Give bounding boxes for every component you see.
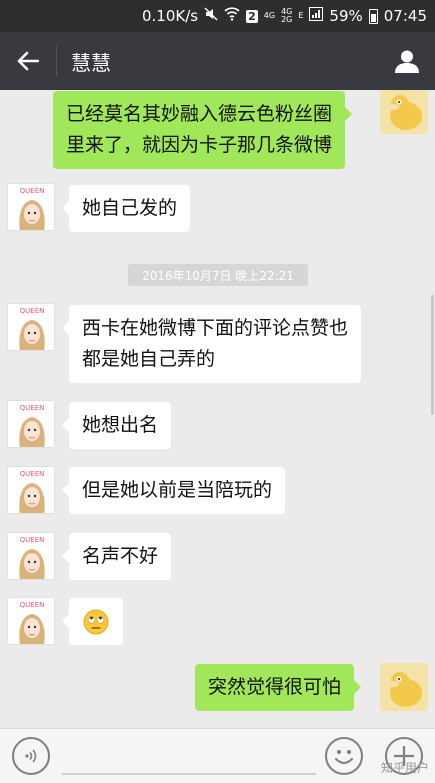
back-arrow-icon[interactable] bbox=[0, 32, 56, 90]
message-line: 里来了，就因为卡子那几条微博 bbox=[66, 134, 333, 156]
status-bar: 0.10K/s 2 4G 4G 2G E 59% 07:45 bbox=[0, 0, 435, 32]
avatar-label: QUEEN bbox=[20, 404, 45, 412]
message-timestamp: 2016年10月7日 晚上22:21 bbox=[128, 264, 308, 286]
network-e-label: E bbox=[298, 11, 304, 20]
message-input[interactable] bbox=[62, 773, 316, 775]
contact-avatar[interactable]: QUEEN bbox=[7, 400, 55, 448]
contact-avatar[interactable]: QUEEN bbox=[7, 466, 55, 514]
message-incoming[interactable]: 她想出名 bbox=[61, 402, 172, 449]
emoji-icon[interactable] bbox=[325, 737, 363, 775]
message-line: 都是她自己弄的 bbox=[82, 348, 216, 370]
scrollbar-thumb[interactable] bbox=[431, 295, 434, 415]
voice-icon[interactable] bbox=[12, 737, 50, 775]
wifi-icon bbox=[224, 7, 240, 25]
avatar-label: QUEEN bbox=[20, 307, 45, 315]
message-outgoing[interactable]: 突然觉得很可怕 bbox=[195, 664, 362, 711]
my-avatar[interactable] bbox=[380, 90, 428, 134]
watermark: 知乎用户 bbox=[380, 761, 429, 775]
contact-avatar[interactable]: QUEEN bbox=[7, 183, 55, 231]
battery-percent: 59% bbox=[329, 7, 363, 25]
signal-icon bbox=[309, 7, 324, 25]
contact-avatar[interactable]: QUEEN bbox=[7, 597, 55, 645]
chat-header: 慧慧 bbox=[0, 32, 435, 90]
sim-badge: 2 bbox=[246, 9, 258, 23]
message-line: 她自己发的 bbox=[82, 197, 178, 219]
message-line: 突然觉得很可怕 bbox=[208, 676, 342, 698]
contact-avatar[interactable]: QUEEN bbox=[7, 532, 55, 580]
chat-title: 慧慧 bbox=[71, 50, 111, 75]
contact-avatar[interactable]: QUEEN bbox=[7, 303, 55, 351]
message-incoming[interactable]: 名声不好 bbox=[61, 533, 172, 580]
avatar-label: QUEEN bbox=[20, 470, 45, 478]
network-2g-label: 2G bbox=[281, 15, 293, 24]
message-incoming[interactable]: 她自己发的 bbox=[61, 185, 191, 232]
avatar-label: QUEEN bbox=[20, 187, 45, 195]
input-bar: 知乎用户 bbox=[0, 728, 435, 783]
chat-area[interactable]: 已经莫名其妙融入德云色粉丝圈 里来了，就因为卡子那几条微博 QUEEN 她自己发… bbox=[0, 90, 435, 728]
message-line: 西卡在她微博下面的评论点赞也 bbox=[82, 317, 349, 339]
network-speed: 0.10K/s bbox=[142, 7, 199, 25]
eye-roll-emoji-icon bbox=[83, 609, 109, 635]
message-incoming[interactable]: 但是她以前是当陪玩的 bbox=[61, 467, 286, 514]
message-outgoing[interactable]: 已经莫名其妙融入德云色粉丝圈 里来了，就因为卡子那几条微博 bbox=[53, 91, 353, 169]
my-avatar[interactable] bbox=[380, 663, 428, 711]
avatar-label: QUEEN bbox=[20, 536, 45, 544]
person-icon[interactable] bbox=[379, 32, 435, 90]
message-incoming[interactable]: 西卡在她微博下面的评论点赞也 都是她自己弄的 bbox=[61, 305, 362, 383]
mute-icon bbox=[204, 7, 218, 25]
network-4g-label: 4G bbox=[263, 11, 276, 20]
message-incoming-emoji[interactable] bbox=[62, 598, 123, 645]
clock: 07:45 bbox=[383, 7, 427, 25]
battery-icon bbox=[368, 8, 378, 24]
message-line: 她想出名 bbox=[82, 414, 159, 436]
avatar-label: QUEEN bbox=[20, 601, 45, 609]
network-dual-label: 4G 2G bbox=[281, 8, 292, 24]
message-line: 但是她以前是当陪玩的 bbox=[82, 479, 273, 501]
header-divider bbox=[56, 46, 57, 76]
message-line: 已经莫名其妙融入德云色粉丝圈 bbox=[66, 103, 333, 125]
message-line: 名声不好 bbox=[82, 545, 159, 567]
